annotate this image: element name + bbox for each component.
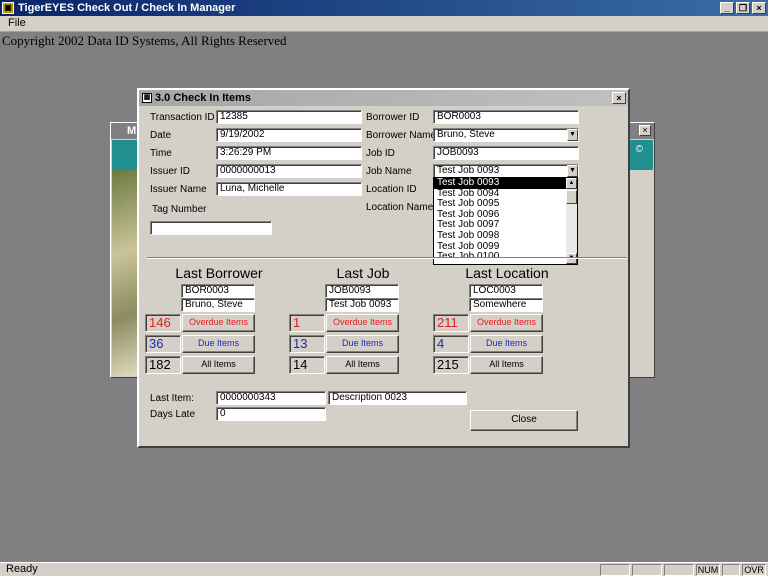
tag-number-label: Tag Number [152, 204, 207, 215]
date-field[interactable]: 9/19/2002 [216, 128, 362, 142]
app-title-bar: ▣ TigerEYES Check Out / Check In Manager… [0, 0, 768, 16]
time-label: Time [150, 148, 172, 159]
job-overdue-count: 1 [289, 314, 325, 332]
borrower-due-items-button[interactable]: Due Items [182, 335, 255, 353]
chevron-down-icon[interactable]: ▼ [567, 129, 578, 141]
last-job-id[interactable]: JOB0093 [325, 284, 399, 298]
transaction-id-label: Transaction ID [150, 112, 215, 123]
copyright-text: Copyright 2002 Data ID Systems, All Righ… [2, 33, 287, 48]
tag-number-field[interactable] [150, 221, 272, 235]
last-job-title: Last Job [336, 265, 390, 281]
chevron-down-icon[interactable]: ▼ [567, 165, 578, 177]
borrower-name-label: Borrower Name [366, 130, 437, 141]
job-option[interactable]: Test Job 0098 [434, 230, 577, 242]
last-borrower-id[interactable]: BOR0003 [181, 284, 255, 298]
job-option[interactable]: Test Job 0093 [434, 177, 577, 189]
location-name-label: Location Name [366, 202, 434, 213]
location-due-items-button[interactable]: Due Items [470, 335, 543, 353]
borrower-overdue-items-button[interactable]: Overdue Items [182, 314, 255, 332]
borrower-all-items-button[interactable]: All Items [182, 356, 255, 374]
minimize-button[interactable]: _ [720, 2, 734, 14]
borrower-id-field[interactable]: BOR0003 [433, 110, 579, 124]
last-location-name[interactable]: Somewhere [469, 298, 543, 312]
background-window-close-icon[interactable]: × [639, 125, 651, 136]
job-name-dropdown-list[interactable]: Test Job 0093 Test Job 0094 Test Job 009… [433, 177, 578, 265]
location-due-count: 4 [433, 335, 469, 353]
job-id-field[interactable]: JOB0093 [433, 146, 579, 160]
dialog-title-bar: ▦ 3.0 Check In Items × [139, 90, 628, 106]
time-field[interactable]: 3:26:29 PM [216, 146, 362, 160]
scroll-up-icon[interactable]: ▲ [566, 178, 577, 189]
job-name-value: Test Job 0093 [437, 165, 500, 176]
job-due-count: 13 [289, 335, 325, 353]
close-button[interactable]: × [752, 2, 766, 14]
job-overdue-items-button[interactable]: Overdue Items [326, 314, 399, 332]
issuer-name-label: Issuer Name [150, 184, 207, 195]
maximize-button[interactable]: ❐ [736, 2, 750, 14]
copyright-mark-icon: © [635, 144, 643, 155]
status-pane [722, 564, 740, 576]
location-overdue-items-button[interactable]: Overdue Items [470, 314, 543, 332]
status-ready: Ready [6, 563, 38, 575]
job-due-items-button[interactable]: Due Items [326, 335, 399, 353]
status-bar: Ready NUM OVR [0, 562, 768, 576]
dialog-icon: ▦ [142, 93, 152, 103]
days-late-field[interactable]: 0 [216, 407, 326, 421]
status-pane [632, 564, 662, 576]
scroll-thumb[interactable] [566, 190, 577, 204]
last-item-id-field[interactable]: 0000000343 [216, 391, 326, 405]
menu-bar: File [0, 16, 768, 32]
location-overdue-count: 211 [433, 314, 469, 332]
last-item-label: Last Item: [150, 393, 194, 404]
last-borrower-title: Last Borrower [175, 265, 263, 281]
last-location-id[interactable]: LOC0003 [469, 284, 543, 298]
borrower-due-count: 36 [145, 335, 181, 353]
issuer-id-field[interactable]: 0000000013 [216, 164, 362, 178]
tiger-image [112, 170, 140, 376]
transaction-id-field[interactable]: 12385 [216, 110, 362, 124]
job-id-label: Job ID [366, 148, 395, 159]
tiger-app-icon: ▣ [2, 2, 14, 14]
last-item-description-field[interactable]: Description 0023 [328, 391, 467, 405]
issuer-id-label: Issuer ID [150, 166, 191, 177]
location-id-label: Location ID [366, 184, 417, 195]
job-name-label: Job Name [366, 166, 412, 177]
issuer-name-field[interactable]: Luna, Michelle [216, 182, 362, 196]
job-all-count: 14 [289, 356, 325, 374]
section-divider [147, 257, 627, 259]
job-name-combo[interactable]: Test Job 0093 ▼ [433, 164, 579, 178]
borrower-all-count: 182 [145, 356, 181, 374]
last-borrower-name[interactable]: Bruno, Steve [181, 298, 255, 312]
menu-file[interactable]: File [8, 17, 26, 29]
check-in-dialog: ▦ 3.0 Check In Items × Transaction ID 12… [137, 88, 630, 448]
borrower-overdue-count: 146 [145, 314, 181, 332]
status-ovr: OVR [742, 564, 766, 576]
borrower-id-label: Borrower ID [366, 112, 420, 123]
job-all-items-button[interactable]: All Items [326, 356, 399, 374]
dropdown-scrollbar[interactable]: ▲ ▼ [566, 178, 577, 264]
app-title: TigerEYES Check Out / Check In Manager [18, 2, 236, 14]
location-all-items-button[interactable]: All Items [470, 356, 543, 374]
dialog-title: 3.0 Check In Items [155, 92, 251, 104]
days-late-label: Days Late [150, 409, 196, 420]
last-job-name[interactable]: Test Job 0093 [325, 298, 399, 312]
status-pane [600, 564, 630, 576]
borrower-name-value: Bruno, Steve [437, 129, 495, 140]
close-dialog-button[interactable]: Close [470, 410, 578, 431]
status-pane [664, 564, 694, 576]
last-location-title: Last Location [465, 265, 549, 281]
status-num: NUM [696, 564, 720, 576]
date-label: Date [150, 130, 172, 141]
dialog-close-icon[interactable]: × [612, 92, 626, 104]
borrower-name-combo[interactable]: Bruno, Steve ▼ [433, 128, 579, 142]
location-all-count: 215 [433, 356, 469, 374]
